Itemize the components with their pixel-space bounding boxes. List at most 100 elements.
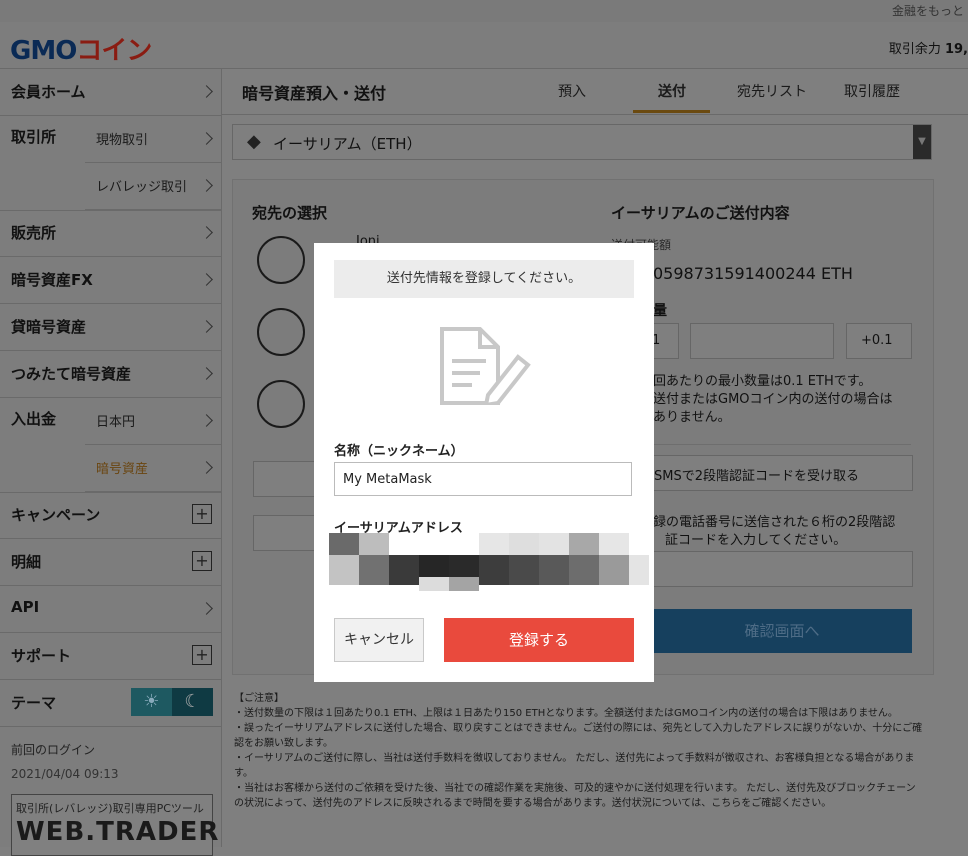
tab-address-list[interactable]: 宛先リスト [737,81,807,101]
notes-line: す。 [234,768,253,779]
sms-note-1: 録の電話番号に送信された６桁の2段階認 [653,515,896,530]
last-login-label: 前回のログイン [11,743,96,757]
tab-send[interactable]: 送付 [658,81,686,101]
name-label: 名称（ニックネーム） [334,444,464,459]
tab-deposit[interactable]: 預入 [558,81,586,101]
min-note-2: 送付またはGMOコイン内の送付の場合は [653,392,893,407]
sidebar-item-crypto[interactable]: 暗号資産 [85,445,221,492]
sidebar-item-label: サポート [11,647,72,665]
theme-toggle[interactable]: ☀ ☾ [131,688,213,716]
min-note-3: ありません。 [653,410,731,425]
active-tab-indicator [633,110,710,113]
expand-plus-icon: + [192,551,212,571]
sidebar-item-label: 明細 [11,553,42,571]
chevron-right-icon [200,179,213,192]
moon-icon[interactable]: ☾ [172,688,213,716]
chevron-right-icon [200,132,213,145]
expand-plus-icon: + [192,645,212,665]
plus-label: +0.1 [861,333,893,348]
sms-button-label: SMSで2段階認証コードを受け取る [654,469,859,484]
sidebar-item-api[interactable]: API [0,586,221,633]
sidebar-item-label: 暗号資産FX [11,271,93,289]
coin-select-value: イーサリアム（ETH） [273,135,422,153]
document-edit-icon [440,327,531,405]
chevron-right-icon [200,273,213,286]
destination-heading: 宛先の選択 [252,204,328,222]
sun-icon[interactable]: ☀ [131,688,172,716]
sidebar-item-crypto-fx[interactable]: 暗号資産FX [0,257,221,304]
top-strip: 金融をもっと [0,0,968,22]
balance: 取引余力 19, [889,38,968,57]
sidebar-item-support[interactable]: サポート + [0,633,221,680]
notes-line: ・当社はお客様から送付のご依頼を受けた後、当社での確認作業を実施後、可及的速やか… [234,783,916,794]
cancel-button[interactable]: キャンセル [334,618,424,662]
register-destination-modal: 送付先情報を登録してください。 名称（ニックネーム） イーサリアムアドレス キャ… [314,243,654,682]
webtrader-subtitle: 取引所(レバレッジ)取引専用PCツール [16,802,204,815]
sidebar-item-leverage[interactable]: レバレッジ取引 [85,163,221,210]
divider [611,444,911,445]
sidebar-item-campaign[interactable]: キャンペーン + [0,492,221,539]
register-button[interactable]: 登録する [444,618,634,662]
notes-line: ・誤ったイーサリアムアドレスに送付した場合、取り戻すことはできません。ご送付の際… [234,723,923,734]
sidebar-item-statement[interactable]: 明細 + [0,539,221,586]
sidebar-item-spot[interactable]: 現物取引 [85,116,221,163]
sidebar-item-member-home[interactable]: 会員ホーム [0,69,221,116]
chevron-right-icon [200,602,213,615]
auth-code-input[interactable] [633,551,913,587]
sidebar-item-label: レバレッジ取引 [96,180,188,195]
sidebar-item-label: 現物取引 [96,133,149,148]
sidebar-item-label: 販売所 [11,224,57,242]
notes-line: 認をお願い致します。 [234,738,333,749]
sidebar-item-label: キャンペーン [11,506,101,524]
chevron-right-icon [200,226,213,239]
sidebar-item-label: 会員ホーム [11,83,86,101]
sidebar-item-tsumitate[interactable]: つみたて暗号資産 [0,351,221,398]
sms-note-2: 証コードを入力してください。 [665,533,847,548]
last-login-value: 2021/04/04 09:13 [11,767,119,781]
tab-history[interactable]: 取引履歴 [844,81,900,101]
user-avatar-icon[interactable] [257,380,305,428]
address-redacted[interactable] [329,533,649,599]
divider [222,114,968,115]
send-heading: イーサリアムのご送付内容 [611,204,790,222]
sidebar-item-label: 取引所 [11,128,57,146]
sidebar-item-label: 日本円 [96,415,136,430]
plus-button[interactable]: +0.1 [846,323,912,359]
chevron-down-icon: ▼ [913,125,931,159]
quantity-label: 量 [653,303,667,319]
notes-line: ・送付数量の下限は１回あたり0.1 ETH、上限は１日あたり150 ETHとなり… [234,708,898,719]
coin-select[interactable]: ◆ イーサリアム（ETH） ▼ [232,124,932,160]
min-note-1: 回あたりの最小数量は0.1 ETHです。 [653,374,872,389]
balance-label: 取引余力 [888,42,941,57]
webtrader-title: WEB.TRADER [16,817,220,847]
chevron-right-icon [200,414,213,427]
chevron-right-icon [200,461,213,474]
sidebar-item-label: 入出金 [11,410,57,428]
sidebar: 会員ホーム 取引所 現物取引 レバレッジ取引 販売所 暗号資産FX 貸暗号資産 … [0,69,222,856]
available-value: 0598731591400244 ETH [653,264,853,283]
sms-button[interactable]: SMSで2段階認証コードを受け取る [633,455,913,491]
header: GMOコイン 取引余力 19, [0,22,968,69]
notes-line: ・イーサリアムのご送付に際し、当社は送付手数料を徴収しておりません。 ただし、送… [234,753,915,764]
destination-action-button[interactable] [253,461,315,497]
sidebar-item-label: テーマ [11,694,57,712]
modal-banner: 送付先情報を登録してください。 [334,260,634,298]
chevron-right-icon [200,367,213,380]
logo[interactable]: GMOコイン [10,30,152,67]
quantity-input[interactable] [690,323,834,359]
sidebar-item-label: 暗号資産 [96,462,149,477]
sidebar-item-jpy[interactable]: 日本円 [85,398,221,445]
sidebar-item-sales[interactable]: 販売所 [0,210,221,257]
name-input[interactable] [334,462,632,496]
top-link[interactable]: 金融をもっと [892,2,964,19]
user-avatar-icon[interactable] [257,236,305,284]
notes: 【ご注意】 ・送付数量の下限は１回あたり0.1 ETH、上限は１日あたり150 … [234,691,954,811]
notes-line: の状況によって、送付先のアドレスに反映されるまで時間を要する場合があります。送付… [234,798,832,809]
user-avatar-icon[interactable] [257,308,305,356]
sidebar-item-label: API [11,598,40,616]
notes-line: 【ご注意】 [234,693,284,704]
chevron-right-icon [200,320,213,333]
confirm-button[interactable]: 確認画面へ [652,609,912,653]
sidebar-item-lending[interactable]: 貸暗号資産 [0,304,221,351]
destination-action-button[interactable] [253,515,315,551]
